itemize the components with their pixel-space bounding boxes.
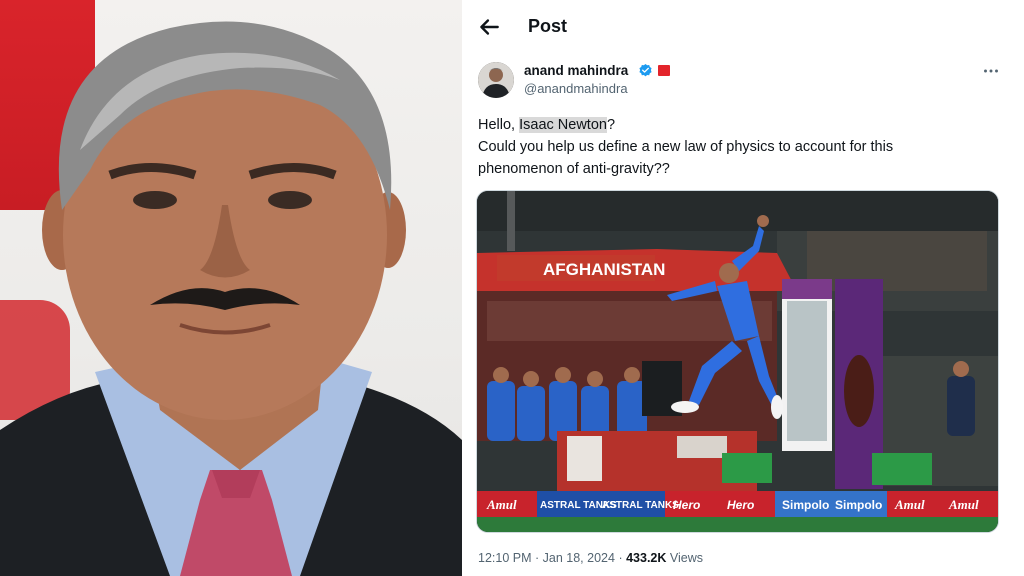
highlighted-text: Isaac Newton [519, 117, 607, 133]
ad-board-5: Hero [727, 498, 754, 512]
more-options-icon[interactable] [980, 62, 1002, 80]
author-handle[interactable]: @anandmahindra [524, 81, 628, 96]
post-text: Hello, Isaac Newton? Could you help us d… [478, 114, 1008, 180]
cricket-photo: AFGHANISTAN Amul ASTRAL TANKS ASTRAL TAN… [477, 191, 998, 532]
dugout-sign: AFGHANISTAN [543, 260, 665, 279]
views-count: 433.2K [626, 551, 667, 565]
post-panel: Post anand mahindra @anandmahindra Hello… [462, 0, 1024, 576]
ad-board-3: ASTRAL TANKS [602, 500, 679, 511]
views-label: Views [669, 551, 704, 565]
post-text-line-3: phenomenon of anti-gravity?? [478, 161, 670, 177]
person-illustration [0, 21, 462, 576]
post-header: Post [462, 0, 1024, 54]
post-text-line-2: Could you help us define a new law of ph… [478, 139, 894, 155]
portrait-photo [0, 0, 462, 576]
post-image[interactable]: AFGHANISTAN Amul ASTRAL TANKS ASTRAL TAN… [476, 190, 999, 533]
ad-board-1: Amul [486, 497, 517, 512]
post-meta: 12:10 PM · Jan 18, 2024 · 433.2K Views [478, 551, 704, 565]
post-time[interactable]: 12:10 PM [478, 551, 532, 565]
ad-board-4: Hero [673, 498, 700, 512]
page-title: Post [528, 16, 568, 36]
ad-board-8: Amul [894, 497, 925, 512]
post-date[interactable]: Jan 18, 2024 [543, 551, 615, 565]
affiliation-badge-icon [658, 65, 670, 76]
author-name[interactable]: anand mahindra [524, 63, 628, 78]
post-text-line-1: Hello, Isaac Newton? [478, 117, 616, 133]
verified-badge-icon [639, 63, 652, 77]
ad-board-9: Amul [948, 497, 979, 512]
back-arrow-icon[interactable] [476, 14, 502, 40]
avatar[interactable] [478, 62, 514, 98]
ad-board-6: Simpolo [782, 498, 829, 512]
ad-board-7: Simpolo [835, 498, 882, 512]
